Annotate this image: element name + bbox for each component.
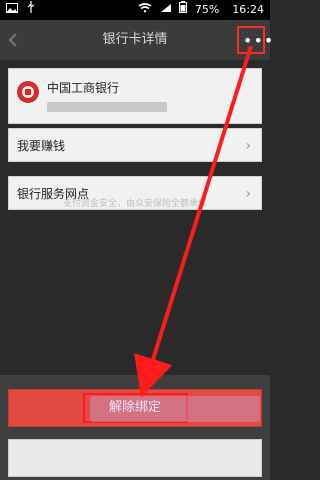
status-left (6, 0, 40, 20)
list-item-earn-money[interactable]: 我要赚钱 › (8, 128, 262, 162)
icbc-logo (17, 81, 39, 103)
status-right: 75% 16:24 (138, 0, 264, 20)
more-icon: ••• (243, 31, 275, 50)
image-icon (6, 0, 18, 20)
page-title: 银行卡详情 (102, 32, 168, 47)
usb-icon (26, 0, 36, 20)
battery-icon (179, 0, 188, 20)
bottom-action-panel: 解除绑定 (0, 375, 270, 480)
list-item-label: 我要赚钱 (17, 139, 66, 153)
content: 中国工商银行 我要赚钱 › 银行服务网点 › 支付资金安全，由众安保险全额承保 (0, 60, 270, 375)
cancel-button[interactable] (8, 439, 262, 477)
bank-name: 中国工商银行 (47, 81, 120, 95)
signal-icon (160, 0, 172, 20)
status-bar: 75% 16:24 (0, 0, 270, 20)
more-button[interactable]: ••• (237, 26, 273, 54)
security-note: 支付资金安全，由众安保险全额承保 (62, 199, 207, 209)
title-bar: 银行卡详情 ••• (0, 20, 273, 60)
status-time: 16:24 (232, 3, 264, 16)
wifi-icon (138, 0, 152, 20)
watermark-overlay (90, 396, 260, 422)
battery-percent: 75% (194, 3, 220, 16)
chevron-right-icon: › (245, 138, 251, 154)
bank-card: 中国工商银行 (8, 68, 262, 124)
bank-card-number-obscured (47, 102, 167, 112)
